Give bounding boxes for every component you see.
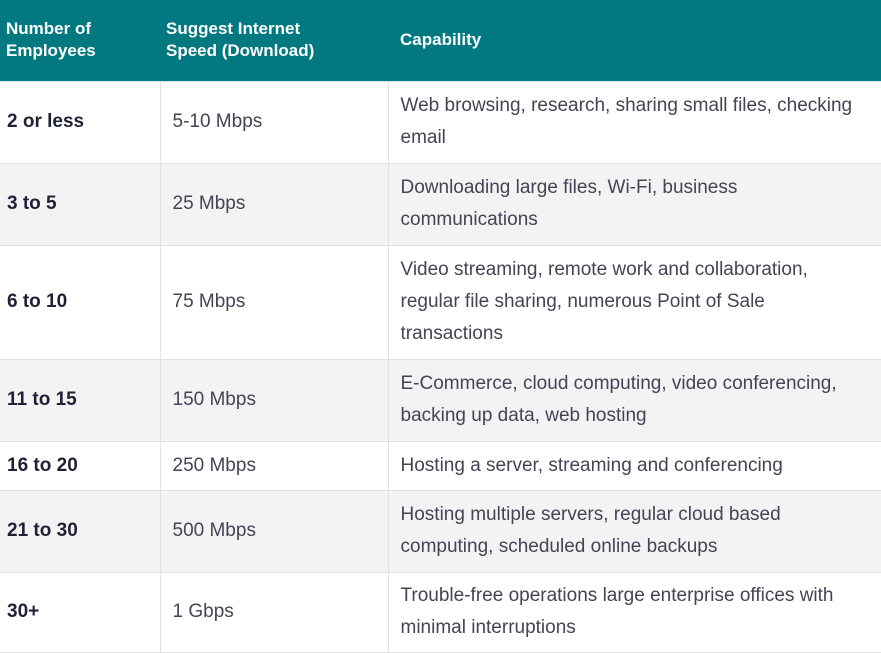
table-row: 6 to 10 75 Mbps Video streaming, remote … [0,244,881,360]
speed-cell: 250 Mbps [159,440,389,491]
table-row: 11 to 15 150 Mbps E-Commerce, cloud comp… [0,358,881,442]
table-row: 3 to 5 25 Mbps Downloading large files, … [0,162,881,246]
employees-cell: 2 or less [0,80,161,164]
employees-cell: 11 to 15 [0,358,161,442]
employees-cell: 16 to 20 [0,440,161,491]
employees-cell: 21 to 30 [0,489,161,573]
speed-cell: 150 Mbps [159,358,389,442]
header-capability: Capability [400,30,482,50]
capability-cell: Trouble-free operations large enterprise… [387,571,881,653]
header-speed-line1: Suggest Internet [166,19,301,39]
header-employees-line1: Number of [6,19,91,39]
table-row: 30+ 1 Gbps Trouble-free operations large… [0,571,881,653]
capability-cell: Web browsing, research, sharing small fi… [387,80,881,164]
header-speed-line2: Speed (Download) [166,41,315,61]
table-row: 16 to 20 250 Mbps Hosting a server, stre… [0,440,881,491]
table-row: 2 or less 5-10 Mbps Web browsing, resear… [0,80,881,164]
capability-cell: Video streaming, remote work and collabo… [387,244,881,360]
header-speed: Suggest Internet Speed (Download) [160,0,388,81]
capability-cell: E-Commerce, cloud computing, video confe… [387,358,881,442]
employees-cell: 6 to 10 [0,244,161,360]
table-row: 21 to 30 500 Mbps Hosting multiple serve… [0,489,881,573]
speed-cell: 5-10 Mbps [159,80,389,164]
speed-cell: 1 Gbps [159,571,389,653]
capability-cell: Hosting multiple servers, regular cloud … [387,489,881,573]
capability-cell: Hosting a server, streaming and conferen… [387,440,881,491]
speed-cell: 25 Mbps [159,162,389,246]
employees-cell: 30+ [0,571,161,653]
employees-cell: 3 to 5 [0,162,161,246]
speed-cell: 500 Mbps [159,489,389,573]
capability-cell: Downloading large files, Wi-Fi, business… [387,162,881,246]
header-employees-line2: Employees [6,41,96,61]
speed-cell: 75 Mbps [159,244,389,360]
header-employees: Number of Employees [0,0,160,81]
table-header-row: Number of Employees Suggest Internet Speed… [0,0,881,81]
internet-speed-table: Number of Employees Suggest Internet Speed… [0,0,881,653]
